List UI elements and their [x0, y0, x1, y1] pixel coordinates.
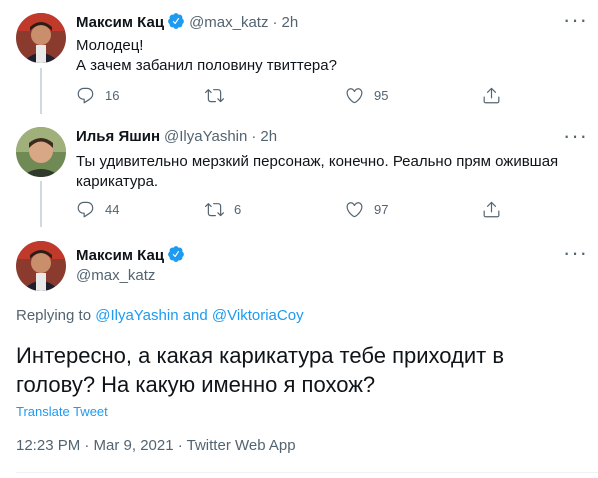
main-tweet-line: Интересно, а какая карикатура тебе прихо… — [16, 343, 505, 368]
retweet-count: 6 — [234, 202, 242, 217]
reply-count: 44 — [105, 202, 120, 217]
replying-and: and — [182, 307, 208, 324]
tweet-text-line: Молодец! — [76, 37, 144, 54]
tweet-text-line: карикатура. — [76, 173, 159, 190]
like-icon — [346, 88, 363, 104]
divider — [16, 472, 598, 473]
like-button[interactable]: 97 — [345, 200, 388, 219]
author-handle[interactable]: @max_katz — [76, 267, 185, 284]
author-name[interactable]: Максим Кац — [76, 14, 164, 31]
like-count: 95 — [374, 88, 389, 103]
tweet-text-line: Ты удивительно мерзкий персонаж, конечно… — [76, 153, 559, 170]
like-button[interactable]: 95 — [345, 86, 388, 105]
tweet-text-line: А зачем забанил половину твиттера? — [76, 57, 337, 74]
retweet-button[interactable]: 6 — [205, 200, 241, 219]
reply-count: 16 — [105, 88, 120, 103]
separator: · — [251, 128, 257, 145]
replying-user-link[interactable]: @IlyaYashin — [95, 307, 178, 324]
reply-button[interactable]: 44 — [76, 200, 119, 219]
tweet-header: Илья Яшин @IlyaYashin · 2h — [76, 128, 277, 145]
share-icon — [483, 87, 500, 104]
tweet-time[interactable]: 2h — [281, 14, 298, 31]
like-count: 97 — [374, 202, 389, 217]
thread-line — [40, 181, 42, 227]
reply-icon — [77, 87, 94, 104]
avatar[interactable] — [16, 241, 66, 291]
verified-icon — [167, 12, 185, 32]
main-author: Максим Кац @max_katz — [76, 245, 185, 284]
replying-to: Replying to @IlyaYashin and @ViktoriaCoy — [16, 307, 304, 324]
avatar[interactable] — [16, 13, 66, 63]
avatar[interactable] — [16, 127, 66, 177]
tweet-text: Ты удивительно мерзкий персонаж, конечно… — [76, 152, 558, 192]
author-name[interactable]: Илья Яшин — [76, 128, 160, 145]
tweet-header: Максим Кац @max_katz · 2h — [76, 12, 298, 32]
more-icon[interactable]: ··· — [563, 125, 588, 147]
retweet-icon — [205, 89, 224, 103]
share-button[interactable] — [482, 200, 511, 219]
tweet-text: Молодец! А зачем забанил половину твитте… — [76, 36, 337, 76]
author-handle[interactable]: @max_katz — [189, 14, 268, 31]
translate-tweet-link[interactable]: Translate Tweet — [16, 404, 108, 419]
author-name[interactable]: Максим Кац — [76, 247, 164, 264]
share-button[interactable] — [482, 86, 511, 105]
reply-icon — [77, 201, 94, 218]
more-icon[interactable]: ··· — [563, 242, 588, 264]
thread-line — [40, 68, 42, 114]
replying-user-link[interactable]: @ViktoriaCoy — [212, 307, 304, 324]
more-icon[interactable]: ··· — [563, 9, 588, 31]
share-icon — [483, 201, 500, 218]
separator: · — [272, 13, 278, 31]
author-handle[interactable]: @IlyaYashin — [164, 128, 247, 145]
main-tweet-line: голову? На какую именно я похож? — [16, 372, 376, 397]
tweet-time[interactable]: 2h — [260, 128, 277, 145]
verified-icon — [167, 245, 185, 265]
tweet-timestamp[interactable]: 12:23 PM · Mar 9, 2021 · Twitter Web App — [16, 437, 296, 454]
main-tweet-text: Интересно, а какая карикатура тебе прихо… — [16, 341, 504, 399]
reply-button[interactable]: 16 — [76, 86, 119, 105]
replying-prefix: Replying to — [16, 307, 92, 324]
retweet-button[interactable] — [205, 86, 234, 105]
like-icon — [346, 202, 363, 218]
retweet-icon — [205, 203, 224, 217]
